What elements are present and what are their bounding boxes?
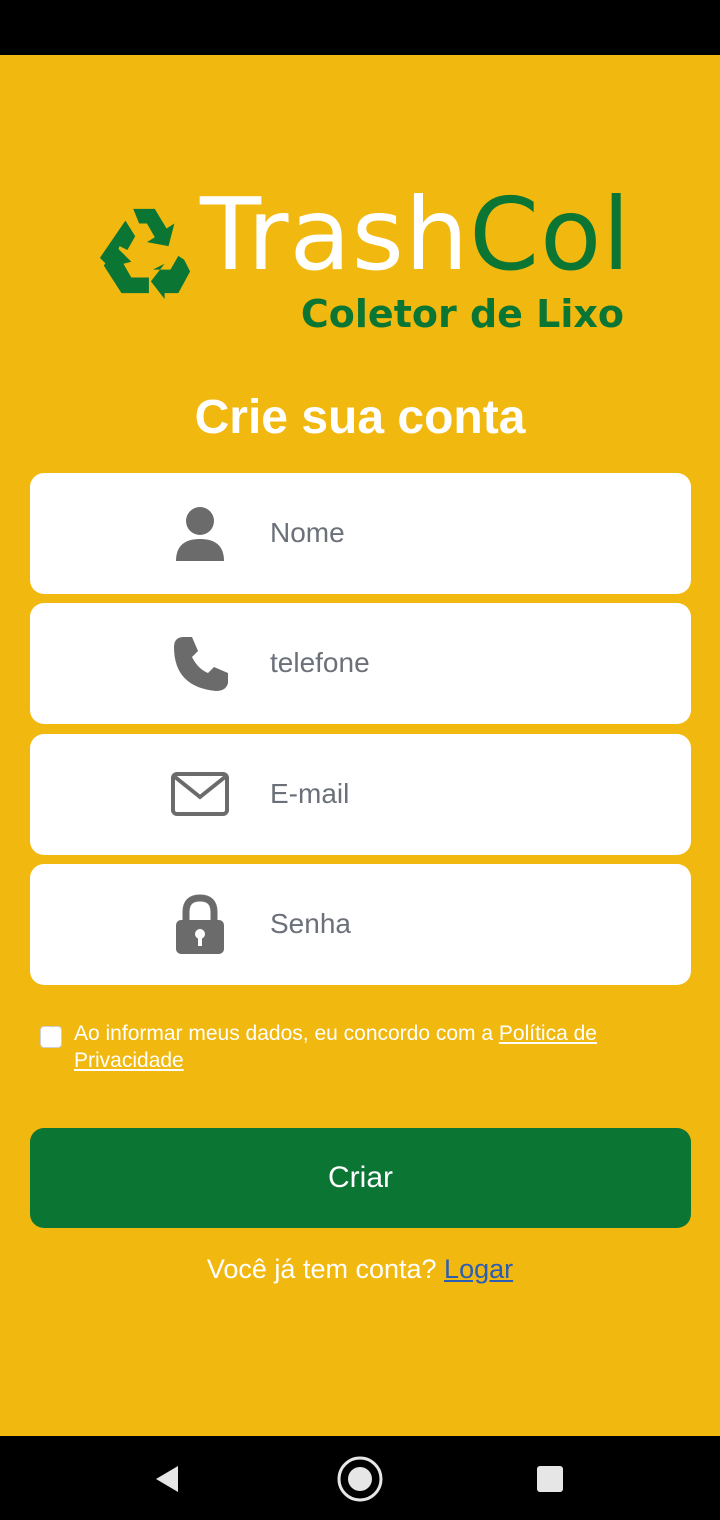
login-prompt: Você já tem conta? Logar [0, 1254, 720, 1285]
lock-icon [176, 894, 224, 954]
brand-name-part1: Trash [200, 176, 470, 293]
phone-input[interactable] [270, 633, 670, 693]
consent-checkbox[interactable] [40, 1026, 62, 1048]
name-input[interactable] [270, 503, 670, 563]
phone-icon [174, 637, 228, 691]
recents-icon[interactable] [525, 1454, 575, 1504]
login-link[interactable]: Logar [444, 1254, 513, 1284]
consent-text: Ao informar meus dados, eu concordo com … [74, 1020, 684, 1074]
login-prompt-text: Você já tem conta? [206, 1254, 437, 1284]
brand-name: TrashCol [200, 185, 631, 285]
recycle-icon [99, 208, 191, 299]
mail-icon [171, 772, 229, 816]
app-logo: TrashCol Coletor de Lixo [96, 185, 636, 340]
password-field[interactable] [30, 864, 691, 985]
consent-label: Ao informar meus dados, eu concordo com … [74, 1022, 499, 1045]
name-field[interactable] [30, 473, 691, 594]
person-icon [176, 507, 224, 561]
page-title: Crie sua conta [194, 391, 526, 444]
password-input[interactable] [270, 894, 670, 954]
create-account-button[interactable]: Criar [30, 1128, 691, 1228]
brand-name-part2: Col [469, 176, 632, 293]
back-icon[interactable] [142, 1454, 192, 1504]
brand-tagline: Coletor de Lixo [300, 292, 624, 336]
email-field[interactable] [30, 734, 691, 855]
email-input[interactable] [270, 764, 670, 824]
phone-field[interactable] [30, 603, 691, 724]
navigation-bar [0, 1436, 720, 1520]
home-icon[interactable] [335, 1454, 385, 1504]
status-bar [0, 0, 720, 55]
